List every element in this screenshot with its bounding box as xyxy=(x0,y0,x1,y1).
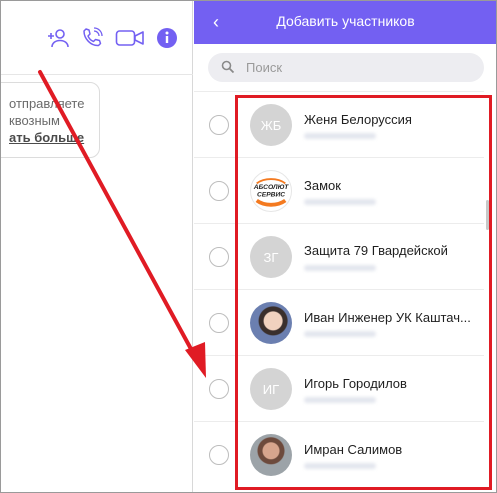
select-radio[interactable] xyxy=(209,247,229,267)
search-icon xyxy=(221,60,235,74)
message-bubble: отправляете квозным ать больше xyxy=(0,82,100,158)
call-icon[interactable] xyxy=(80,26,104,50)
add-participant-icon[interactable] xyxy=(46,26,70,50)
search-input[interactable] xyxy=(246,57,466,78)
select-radio[interactable] xyxy=(209,445,229,465)
bubble-line-2: квозным xyxy=(9,113,60,128)
chat-pane: отправляете квозным ать больше xyxy=(0,0,193,493)
chat-header xyxy=(0,0,193,75)
learn-more-link[interactable]: ать больше xyxy=(9,129,99,146)
highlight-box xyxy=(235,95,492,490)
select-radio[interactable] xyxy=(209,313,229,333)
info-icon[interactable] xyxy=(155,26,179,50)
panel-title: Добавить участников xyxy=(276,13,415,29)
select-radio[interactable] xyxy=(209,181,229,201)
select-radio[interactable] xyxy=(209,115,229,135)
search-box[interactable] xyxy=(208,53,484,82)
select-radio[interactable] xyxy=(209,379,229,399)
video-call-icon[interactable] xyxy=(115,26,145,50)
panel-header: ‹ Добавить участников xyxy=(194,0,497,44)
bubble-line-1: отправляете xyxy=(9,96,85,111)
